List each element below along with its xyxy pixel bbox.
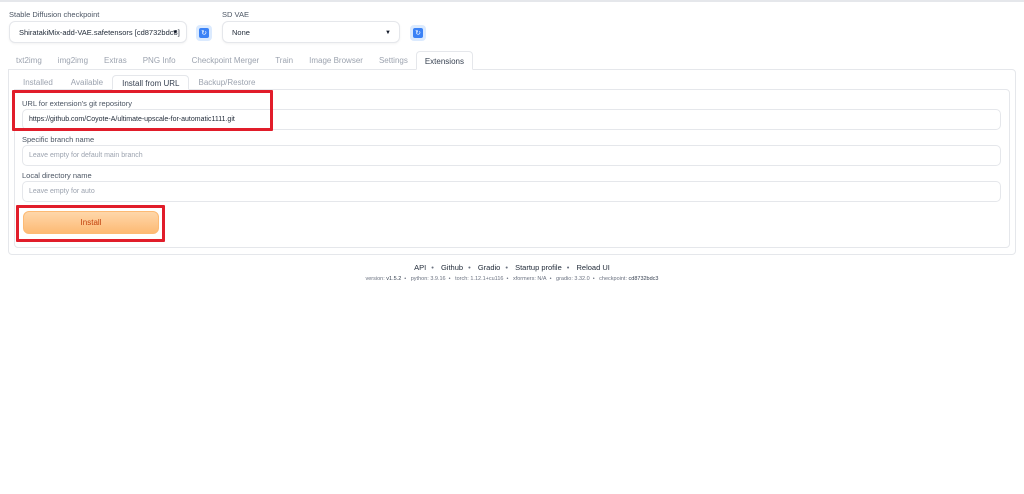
python-key: python: bbox=[410, 276, 429, 282]
branch-input[interactable]: Leave empty for default main branch bbox=[22, 145, 1001, 166]
xformers-key: xformers: bbox=[512, 276, 536, 282]
footer-link-api[interactable]: API bbox=[414, 263, 426, 272]
torch-key: torch: bbox=[455, 276, 469, 282]
vae-dropdown[interactable]: None ▼ bbox=[222, 21, 400, 43]
checkpoint-label: Stable Diffusion checkpoint bbox=[9, 10, 100, 19]
tab-img2img[interactable]: img2img bbox=[50, 51, 96, 70]
tab-settings[interactable]: Settings bbox=[371, 51, 416, 70]
footer-link-gradio[interactable]: Gradio bbox=[478, 263, 501, 272]
refresh-icon: ↻ bbox=[413, 28, 423, 38]
xformers-value: N/A bbox=[537, 276, 547, 282]
tab-train[interactable]: Train bbox=[267, 51, 301, 70]
footer-versions: version: v1.5.2 • python: 3.9.16 • torch: … bbox=[365, 276, 659, 282]
url-highlight-box bbox=[12, 90, 273, 131]
tab-image-browser[interactable]: Image Browser bbox=[301, 51, 371, 70]
subtab-install-from-url[interactable]: Install from URL bbox=[112, 75, 190, 90]
directory-placeholder: Leave empty for auto bbox=[29, 188, 95, 195]
tab-extensions[interactable]: Extensions bbox=[415, 51, 473, 70]
gradio-key: gradio: bbox=[556, 276, 573, 282]
torch-value: 1.12.1+cu116 bbox=[470, 276, 504, 282]
checkpoint-dropdown[interactable]: ShiratakiMix-add-VAE.safetensors [cd8732… bbox=[9, 21, 187, 43]
vae-label: SD VAE bbox=[222, 10, 249, 19]
footer-link-startup-profile[interactable]: Startup profile bbox=[515, 263, 562, 272]
directory-input[interactable]: Leave empty for auto bbox=[22, 181, 1001, 202]
chevron-down-icon: ▼ bbox=[172, 30, 178, 36]
tab-png-info[interactable]: PNG Info bbox=[135, 51, 184, 70]
vae-value: None bbox=[232, 27, 250, 37]
chevron-down-icon: ▼ bbox=[385, 30, 391, 36]
version-key: version: bbox=[365, 276, 385, 282]
footer-links: API • Github • Gradio • Startup profile • Re… bbox=[414, 263, 610, 272]
main-tabs: txt2img img2img Extras PNG Info Checkpoi… bbox=[8, 51, 473, 70]
gradio-value: 3.32.0 bbox=[574, 276, 590, 282]
subtab-backup-restore[interactable]: Backup/Restore bbox=[189, 75, 264, 90]
refresh-vae-button[interactable]: ↻ bbox=[410, 25, 426, 41]
branch-label: Specific branch name bbox=[22, 135, 95, 144]
refresh-icon: ↻ bbox=[199, 28, 209, 38]
checkpoint-value: ShiratakiMix-add-VAE.safetensors [cd8732… bbox=[19, 27, 180, 37]
python-value: 3.9.16 bbox=[430, 276, 446, 282]
install-highlight-box bbox=[16, 205, 165, 242]
version-value: v1.5.2 bbox=[386, 276, 402, 282]
checkpoint-key: checkpoint: bbox=[599, 276, 627, 282]
directory-label: Local directory name bbox=[22, 171, 92, 180]
extension-subtabs: Installed Available Install from URL Bac… bbox=[14, 75, 264, 90]
subtab-installed[interactable]: Installed bbox=[14, 75, 62, 90]
top-divider bbox=[0, 0, 1024, 2]
tab-checkpoint-merger[interactable]: Checkpoint Merger bbox=[184, 51, 268, 70]
tab-txt2img[interactable]: txt2img bbox=[8, 51, 50, 70]
tab-extras[interactable]: Extras bbox=[96, 51, 135, 70]
branch-placeholder: Leave empty for default main branch bbox=[29, 152, 143, 159]
subtab-available[interactable]: Available bbox=[62, 75, 112, 90]
refresh-checkpoint-button[interactable]: ↻ bbox=[196, 25, 212, 41]
footer-link-github[interactable]: Github bbox=[441, 263, 463, 272]
footer-link-reload-ui[interactable]: Reload UI bbox=[577, 263, 610, 272]
checkpoint-hash-value: cd8732bdc3 bbox=[628, 276, 659, 282]
